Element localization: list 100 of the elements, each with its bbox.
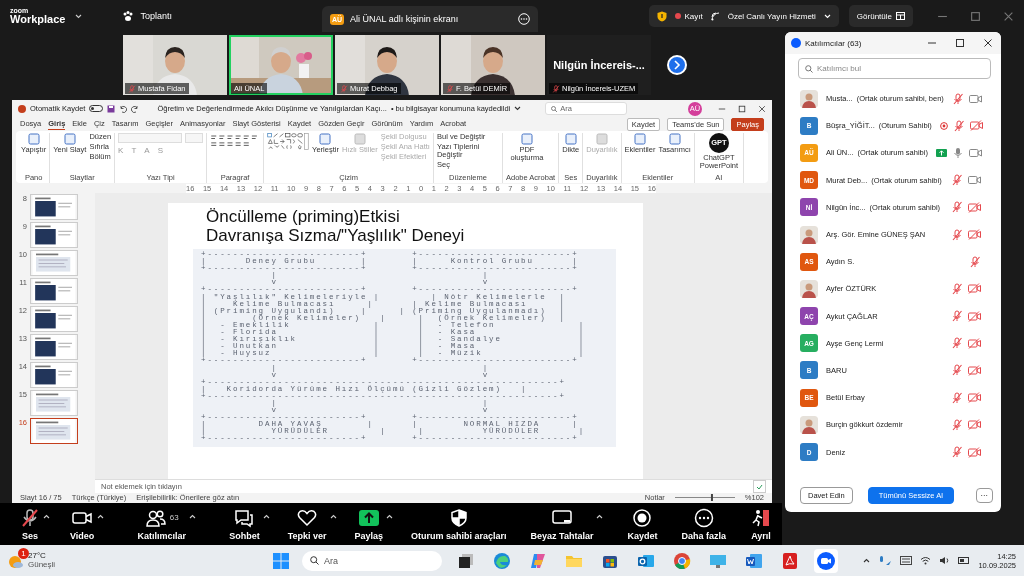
pdf-icon[interactable] (781, 551, 799, 570)
toolbar-button[interactable]: Sohbet (229, 507, 260, 541)
camera-off-icon (968, 283, 981, 295)
maximize-icon[interactable] (955, 38, 965, 48)
close-icon[interactable] (758, 104, 766, 113)
camera-off-icon (969, 120, 983, 132)
mic-icon[interactable] (878, 555, 893, 566)
toolbar-button[interactable]: Ses (20, 507, 40, 541)
mic-icon (951, 146, 964, 159)
browser-icon[interactable] (673, 551, 691, 570)
view-button[interactable]: Görüntüle (848, 5, 913, 27)
toolbar-button[interactable]: Tepki ver (287, 507, 327, 541)
toolbar-button[interactable]: Ayrıl (750, 507, 772, 541)
muted-mic-icon (951, 418, 963, 431)
camera-icon (968, 147, 982, 158)
toolbar-button[interactable]: Beyaz Tahtalar (530, 507, 594, 541)
search-icon (805, 64, 813, 73)
share-icon (357, 507, 380, 528)
start-icon[interactable] (272, 551, 290, 570)
tool-icon (319, 133, 332, 145)
muted-mic-icon (446, 84, 454, 93)
more-icon[interactable] (517, 13, 530, 25)
task-view-icon[interactable] (457, 551, 475, 570)
toolbar-button[interactable]: Video (70, 507, 95, 541)
caret-icon[interactable] (863, 558, 871, 563)
avatar-icon (800, 279, 818, 298)
muted-mic-icon (951, 310, 963, 323)
camera-icon (968, 93, 982, 104)
muted-mic-icon (951, 201, 963, 214)
keyboard-icon[interactable] (900, 556, 913, 565)
copilot-icon[interactable] (529, 551, 547, 570)
meeting-label[interactable]: Toplantı (140, 11, 172, 21)
shapes-gallery-icon[interactable] (267, 133, 310, 150)
record-icon (631, 507, 654, 528)
word-icon[interactable] (745, 551, 763, 570)
participant-count: 63 (169, 513, 179, 522)
tool-icon (633, 133, 646, 145)
camera-off-icon (968, 337, 981, 349)
save-icon[interactable] (107, 104, 116, 113)
speaker-icon[interactable] (939, 556, 951, 565)
avatar-icon (800, 415, 818, 434)
avatar-icon (800, 225, 818, 244)
camera-off-icon (968, 229, 981, 241)
temperature[interactable]: 27°C (28, 551, 56, 561)
search-icon (551, 105, 558, 112)
search-field[interactable]: Katılımcı bul (798, 58, 991, 79)
tool-icon (564, 133, 577, 145)
stream-label[interactable]: Özel Canlı Yayın Hizmeti (727, 11, 816, 21)
slide-thumbnail[interactable] (30, 418, 78, 444)
muted-mic-icon (951, 174, 963, 187)
toolbar-button[interactable]: Oturum sahibi araçları (411, 507, 507, 541)
broadcast-icon[interactable] (710, 11, 720, 21)
zoom-app-icon[interactable] (816, 550, 836, 571)
search-icon (310, 556, 319, 565)
muted-mic-icon (951, 92, 964, 105)
camera-off-icon (968, 364, 981, 376)
zoom-slider[interactable] (674, 493, 735, 501)
font-field[interactable] (118, 133, 183, 143)
tool-icon (520, 133, 533, 145)
camera-off-icon (968, 446, 981, 458)
camera-off-icon (968, 392, 981, 404)
muted-mic-icon (951, 391, 963, 404)
participant-name: Nilgün İncereis-... (553, 59, 645, 71)
search-field[interactable]: Ara (302, 550, 442, 571)
muted-mic-icon (951, 228, 963, 241)
paw-icon (122, 10, 135, 22)
muted-mic-icon (951, 446, 963, 459)
tool-icon (668, 133, 681, 145)
share-title: Ali ÜNAL adlı kişinin ekranı (350, 14, 459, 24)
shield-icon[interactable] (657, 10, 668, 22)
muted-mic-icon (552, 84, 560, 93)
caret-icon[interactable] (514, 106, 522, 111)
toolbar-button[interactable]: 63 Katılımcılar (137, 507, 186, 541)
undo-icon[interactable] (119, 104, 128, 113)
font-size-field[interactable] (185, 133, 204, 143)
check-icon[interactable] (753, 480, 766, 493)
weather-condition[interactable]: Güneşli (28, 560, 56, 570)
edge-icon[interactable] (493, 551, 511, 570)
camera-icon (968, 175, 981, 186)
chevron-icon (673, 60, 681, 70)
muted-mic-icon (340, 84, 348, 93)
recording-indicator[interactable]: Kayıt (675, 11, 703, 21)
close-icon[interactable] (983, 38, 993, 48)
next-page-button[interactable] (667, 55, 687, 75)
muted-mic-icon (952, 119, 965, 132)
redo-icon[interactable] (131, 104, 140, 113)
grid-icon (896, 12, 905, 20)
wifi-icon[interactable] (920, 556, 932, 565)
muted-mic-icon (951, 337, 963, 350)
toolbar-button[interactable]: Kaydet (627, 507, 658, 541)
tool-icon (63, 133, 76, 145)
app-logo-icon (18, 104, 26, 113)
more-icon (692, 507, 715, 528)
toolbar-button[interactable]: Daha fazla (681, 507, 726, 541)
battery-icon[interactable] (958, 556, 971, 565)
toolbar-button[interactable]: Paylaş (354, 507, 384, 541)
slide-title: Öncülleme (priming)Etkisi (206, 207, 401, 226)
panel-title: Katılımcılar (63) (805, 38, 862, 48)
maximize-icon[interactable] (738, 104, 746, 113)
notification-badge: 1 (18, 547, 29, 559)
